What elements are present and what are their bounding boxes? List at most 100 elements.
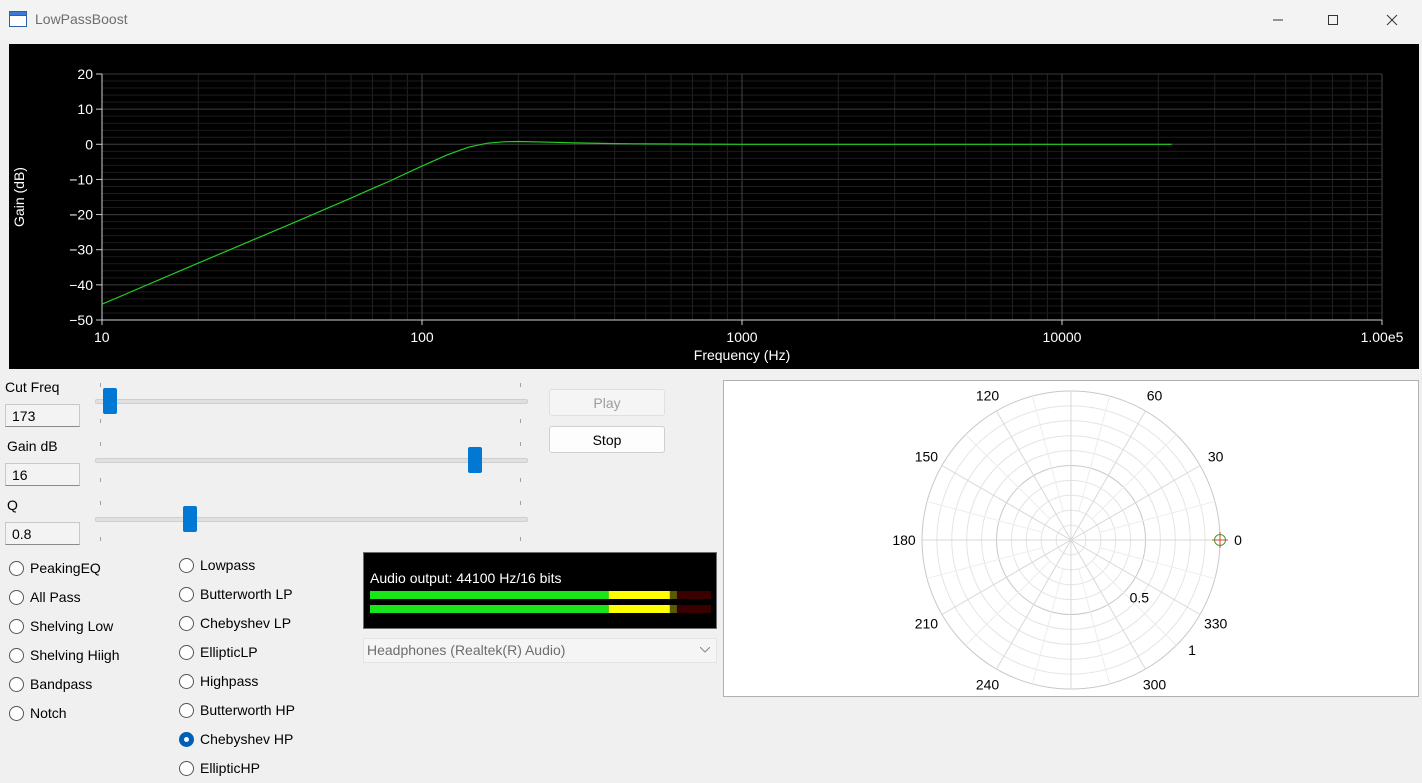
radio-circle[interactable]: [179, 673, 194, 689]
x-tick-label: 1000: [726, 329, 757, 345]
filter-radio-shelving-hiigh[interactable]: Shelving Hiigh: [9, 645, 120, 665]
polar-angle-label: 30: [1208, 449, 1224, 465]
filter-radio-notch[interactable]: Notch: [9, 703, 67, 723]
slider-thumb[interactable]: [182, 506, 197, 532]
radio-label: Shelving Low: [30, 618, 114, 634]
audio-device-value: Headphones (Realtek(R) Audio): [367, 642, 566, 658]
x-tick-label: 1.00e5: [1361, 329, 1404, 345]
polar-angle-label: 0: [1234, 532, 1242, 548]
filter-radio-shelving-low[interactable]: Shelving Low: [9, 616, 113, 636]
slider-tick-mark: [100, 419, 101, 423]
filter-radio-bandpass[interactable]: Bandpass: [9, 674, 92, 694]
radio-label: Chebyshev HP: [200, 731, 294, 747]
meter-peak-segment: [669, 591, 677, 599]
slider-tick-mark: [520, 419, 521, 423]
slider-tick-mark: [100, 478, 101, 482]
polar-angle-label: 300: [1143, 677, 1167, 693]
radio-circle[interactable]: [9, 618, 24, 634]
level-meter-right: [370, 605, 711, 613]
minimize-button[interactable]: [1248, 0, 1308, 40]
y-tick-label: −30: [69, 242, 93, 258]
x-tick-label: 100: [410, 329, 434, 345]
slider-tick-mark: [100, 383, 101, 387]
gain-curve-line: [101, 140, 1172, 305]
radio-label: Butterworth HP: [200, 702, 295, 718]
gain-db-label: Gain dB: [7, 438, 58, 454]
slider-thumb[interactable]: [467, 447, 482, 473]
slider-tick-mark: [520, 537, 521, 541]
radio-label: Chebyshev LP: [200, 615, 292, 631]
radio-label: EllipticHP: [200, 760, 260, 776]
radio-circle[interactable]: [179, 731, 194, 747]
polar-angle-label: 60: [1147, 387, 1163, 403]
polar-angle-label: 180: [892, 532, 916, 548]
radio-circle[interactable]: [179, 644, 194, 660]
radio-circle[interactable]: [179, 760, 194, 776]
polar-angle-label: 330: [1204, 616, 1228, 632]
radio-circle[interactable]: [179, 586, 194, 602]
meter-yellow-segment: [608, 591, 670, 599]
close-button[interactable]: [1362, 0, 1422, 40]
radio-circle[interactable]: [9, 560, 24, 576]
gain-db-field[interactable]: 16: [5, 463, 80, 486]
cut-freq-field[interactable]: 173: [5, 404, 80, 427]
slider-tick-mark: [100, 537, 101, 541]
play-button[interactable]: Play: [549, 389, 665, 416]
q-slider[interactable]: [95, 501, 528, 543]
filter-radio-chebyshev-lp[interactable]: Chebyshev LP: [179, 613, 291, 633]
radio-circle[interactable]: [9, 676, 24, 692]
y-tick-label: −40: [69, 277, 93, 293]
radio-circle[interactable]: [9, 647, 24, 663]
radio-circle[interactable]: [179, 557, 194, 573]
filter-radio-ellipticlp[interactable]: EllipticLP: [179, 642, 258, 662]
minimize-icon: [1273, 19, 1283, 21]
gain-db-slider[interactable]: [95, 442, 528, 484]
x-tick-label: 10: [94, 329, 110, 345]
meter-green-segment: [370, 591, 609, 599]
polar-data-point: [1212, 532, 1228, 548]
chevron-down-icon: [700, 647, 710, 653]
polar-plot: 0 30 60 120 150 180 210 240 300 330 0.5 1: [723, 380, 1419, 697]
radio-label: Butterworth LP: [200, 586, 293, 602]
filter-radio-peakingeq[interactable]: PeakingEQ: [9, 558, 101, 578]
radio-label: Bandpass: [30, 676, 93, 692]
filter-radio-chebyshev-hp[interactable]: Chebyshev HP: [179, 729, 293, 749]
slider-tick-mark: [520, 478, 521, 482]
filter-radio-lowpass[interactable]: Lowpass: [179, 555, 255, 575]
level-meter-left: [370, 591, 711, 599]
audio-output-meter: Audio output: 44100 Hz/16 bits: [363, 552, 717, 629]
cut-freq-slider[interactable]: [95, 383, 528, 425]
x-axis-label: Frequency (Hz): [694, 347, 790, 363]
filter-radio-butterworth-lp[interactable]: Butterworth LP: [179, 584, 293, 604]
filter-radio-all-pass[interactable]: All Pass: [9, 587, 81, 607]
radio-label: PeakingEQ: [30, 560, 101, 576]
maximize-button[interactable]: [1303, 0, 1363, 40]
audio-output-status: Audio output: 44100 Hz/16 bits: [370, 570, 562, 586]
meter-yellow-segment: [608, 605, 670, 613]
radio-circle[interactable]: [179, 615, 194, 631]
q-field[interactable]: 0.8: [5, 522, 80, 545]
radio-circle[interactable]: [9, 589, 24, 605]
slider-thumb[interactable]: [103, 388, 118, 414]
y-tick-label: −50: [69, 312, 93, 328]
filter-radio-highpass[interactable]: Highpass: [179, 671, 258, 691]
slider-tick-mark: [520, 501, 521, 505]
polar-grid: [921, 390, 1221, 690]
radio-circle[interactable]: [9, 705, 24, 721]
y-tick-label: −20: [69, 207, 93, 223]
slider-tick-mark: [100, 442, 101, 446]
window-title: LowPassBoost: [35, 11, 128, 27]
polar-radial-label: 1: [1188, 642, 1196, 658]
filter-radio-elliptichp[interactable]: EllipticHP: [179, 758, 260, 778]
filter-radio-butterworth-hp[interactable]: Butterworth HP: [179, 700, 295, 720]
y-axis-label: Gain (dB): [11, 167, 27, 227]
frequency-response-chart: 20 10 0 −10 −20 −30 −40 −50 10 100 1000 10000 1.00e5…: [9, 44, 1419, 369]
polar-angle-label: 210: [915, 616, 939, 632]
stop-button[interactable]: Stop: [549, 426, 665, 453]
radio-label: Lowpass: [200, 557, 256, 573]
y-tick-label: 10: [77, 101, 93, 117]
audio-device-select[interactable]: Headphones (Realtek(R) Audio): [363, 638, 717, 663]
y-tick-label: −10: [69, 171, 93, 187]
radio-circle[interactable]: [179, 702, 194, 718]
radio-label: EllipticLP: [200, 644, 258, 660]
